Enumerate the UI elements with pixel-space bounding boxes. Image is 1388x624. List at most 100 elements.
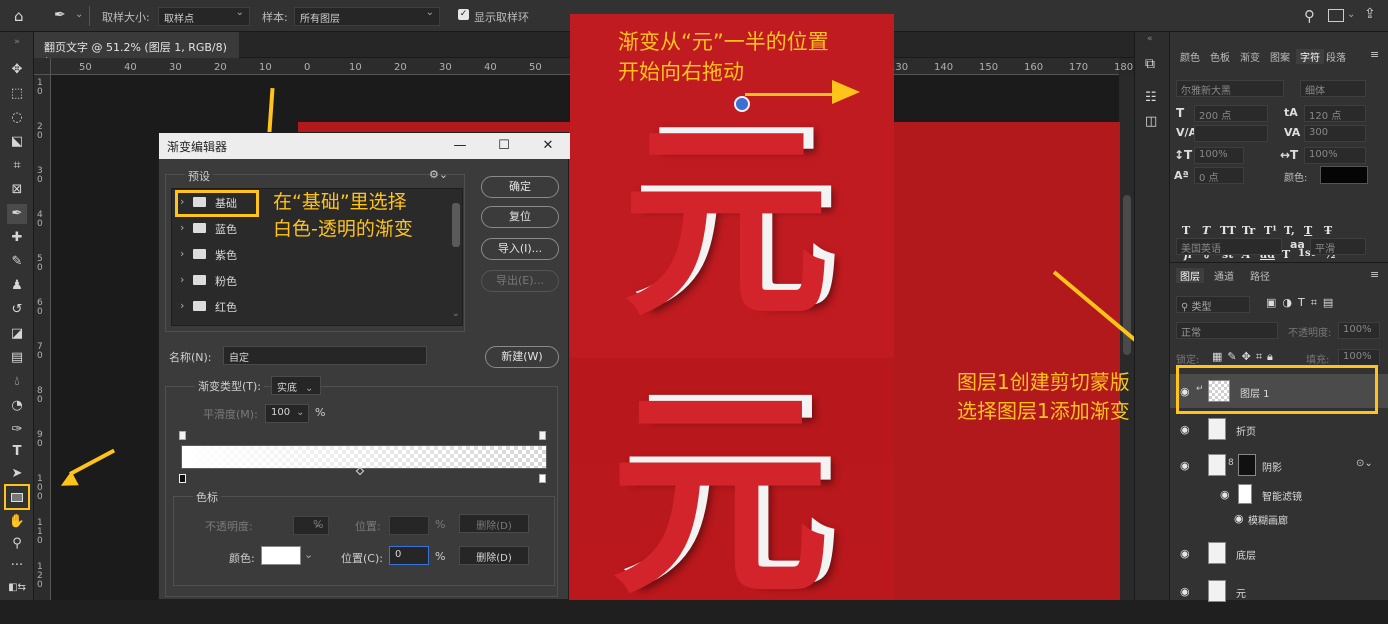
more-tools-icon[interactable]: ··· <box>7 556 27 576</box>
titling-alt-button[interactable]: T <box>1282 248 1290 261</box>
eye-icon[interactable]: ◉ <box>1180 423 1190 436</box>
history-brush-tool-icon[interactable]: ↺ <box>7 300 27 320</box>
import-button[interactable]: 导入(I)... <box>481 238 559 260</box>
dodge-tool-icon[interactable]: ◔ <box>7 396 27 416</box>
layer-opacity-input[interactable]: 100% <box>1338 322 1380 339</box>
home-icon[interactable]: ⌂ <box>14 7 24 25</box>
export-button[interactable]: 导出(E)... <box>481 270 559 292</box>
minimize-icon[interactable]: — <box>450 136 470 156</box>
gradient-bar[interactable] <box>181 445 547 469</box>
font-size-input[interactable]: 200 点 <box>1194 105 1268 122</box>
sample-select[interactable]: 所有图层 <box>294 7 440 26</box>
maximize-icon[interactable]: ☐ <box>494 136 514 156</box>
fill-input[interactable]: 100% <box>1338 349 1380 366</box>
delete-opacity-stop-button[interactable]: 删除(D) <box>459 514 529 533</box>
delete-color-stop-button[interactable]: 删除(D) <box>459 546 529 565</box>
eye-icon[interactable]: ◉ <box>1234 512 1244 525</box>
crop-tool-icon[interactable]: ⌗ <box>7 156 27 176</box>
panel-menu-icon[interactable]: ≡ <box>1370 48 1379 61</box>
layer-row-base[interactable]: ◉ 底层 <box>1170 536 1388 570</box>
scroll-down-icon[interactable]: ⌄ <box>452 309 460 319</box>
rectangle-tool-icon[interactable] <box>11 493 23 502</box>
type-tool-icon[interactable]: T <box>7 442 27 462</box>
font-style-select[interactable]: 细体 <box>1300 80 1366 97</box>
strikethrough-button[interactable]: T̶ <box>1324 224 1332 237</box>
leading-input[interactable]: 120 点 <box>1304 105 1366 122</box>
stamp-tool-icon[interactable]: ♟ <box>7 276 27 296</box>
tab-swatches[interactable]: 色板 <box>1210 49 1230 64</box>
color-swatch[interactable] <box>261 546 301 565</box>
document-tab[interactable]: 翻页文字 @ 51.2% (图层 1, RGB/8) * × <box>34 32 239 68</box>
eyedropper-tool-icon[interactable]: ✒ <box>7 204 27 224</box>
chevron-right-icon[interactable]: › <box>180 299 184 312</box>
presets-gear-icon[interactable]: ⚙⌄ <box>429 168 448 181</box>
chevron-right-icon[interactable]: › <box>180 221 184 234</box>
antialias-select[interactable]: 平滑 <box>1310 238 1366 255</box>
history-panel-icon[interactable]: ⧉ <box>1145 56 1155 72</box>
layer-filter-icons[interactable]: ▣◑T⌗▤ <box>1266 296 1339 310</box>
gradient-tool-icon[interactable]: ▤ <box>7 348 27 368</box>
tab-paths[interactable]: 路径 <box>1250 268 1270 283</box>
vertical-scale-input[interactable]: 100% <box>1194 147 1244 164</box>
tab-patterns[interactable]: 图案 <box>1270 49 1290 64</box>
properties-panel-icon[interactable]: ☷ <box>1145 90 1157 105</box>
smoothness-input[interactable]: 100 ⌄ <box>265 404 309 423</box>
faux-italic-button[interactable]: T <box>1202 224 1210 237</box>
lasso-tool-icon[interactable]: ◌ <box>7 108 27 128</box>
ok-button[interactable]: 确定 <box>481 176 559 198</box>
tab-gradients[interactable]: 渐变 <box>1240 49 1260 64</box>
collapse-icon[interactable]: « <box>1147 34 1153 44</box>
healing-brush-tool-icon[interactable]: ✚ <box>7 228 27 248</box>
opacity-stop-left[interactable] <box>179 431 186 440</box>
position-c-input[interactable]: 0 <box>389 546 429 565</box>
position-input[interactable] <box>389 516 429 535</box>
tab-layers[interactable]: 图层 <box>1176 268 1204 283</box>
layer-row-fold[interactable]: ◉ 折页 <box>1170 412 1388 446</box>
eye-icon[interactable]: ◉ <box>1180 585 1190 598</box>
frame-tool-icon[interactable]: ⊠ <box>7 180 27 200</box>
baseline-input[interactable]: 0 点 <box>1194 167 1244 184</box>
vertical-ruler[interactable]: 1 0 2 0 3 0 4 0 5 0 6 0 7 0 8 0 9 0 1 0 0 1 1 0 1 2… <box>34 75 51 600</box>
underline-button[interactable]: T <box>1304 224 1312 237</box>
lock-icons[interactable]: ▦✎✥⌗🔒︎ <box>1212 350 1278 364</box>
tab-character[interactable]: 字符 <box>1296 49 1324 64</box>
gradient-type-select[interactable]: 实底 ⌄ <box>271 376 321 395</box>
eye-icon[interactable]: ◉ <box>1180 459 1190 472</box>
move-tool-icon[interactable]: ✥ <box>7 60 27 80</box>
preset-folder-red[interactable]: › 红色 <box>178 296 448 318</box>
subscript-button[interactable]: T, <box>1284 224 1295 237</box>
pen-tool-icon[interactable]: ✑ <box>7 420 27 440</box>
preset-folder-purple[interactable]: › 紫色 <box>178 244 448 266</box>
color-stop-right[interactable] <box>539 474 546 483</box>
color-stop-left[interactable] <box>179 474 186 483</box>
font-family-select[interactable]: 尔雅新大黑 <box>1176 80 1284 97</box>
color-swatch-chevron-icon[interactable]: ⌄ <box>304 548 313 561</box>
tab-channels[interactable]: 通道 <box>1214 268 1234 283</box>
share-icon[interactable]: ⇪ <box>1364 6 1376 22</box>
chevron-right-icon[interactable]: › <box>180 273 184 286</box>
layer-row-yuan[interactable]: ◉ 元 <box>1170 574 1388 608</box>
path-select-tool-icon[interactable]: ➤ <box>7 464 27 484</box>
name-input[interactable]: 自定 <box>223 346 427 365</box>
eraser-tool-icon[interactable]: ◪ <box>7 324 27 344</box>
kerning-input[interactable] <box>1194 125 1268 142</box>
close-icon[interactable]: ✕ <box>538 136 558 156</box>
preset-folder-pink[interactable]: › 粉色 <box>178 270 448 292</box>
chevron-right-icon[interactable]: › <box>180 247 184 260</box>
new-button[interactable]: 新建(W) <box>485 346 559 368</box>
tab-color[interactable]: 颜色 <box>1180 49 1200 64</box>
presets-scrollbar[interactable] <box>452 203 460 247</box>
layers-menu-icon[interactable]: ≡ <box>1370 268 1379 281</box>
layer-row-smart-filters[interactable]: ◉ 智能滤镜 <box>1170 482 1388 508</box>
zoom-tool-icon[interactable]: ⚲ <box>7 534 27 554</box>
eye-icon[interactable]: ◉ <box>1180 547 1190 560</box>
reset-button[interactable]: 复位 <box>481 206 559 228</box>
layer-filter-select[interactable]: ⚲ 类型 <box>1176 296 1250 313</box>
workspace-icon[interactable] <box>1328 9 1344 22</box>
eyedropper-icon[interactable]: ✒ <box>54 7 66 23</box>
ruler-origin[interactable] <box>34 58 51 75</box>
eye-icon[interactable]: ◉ <box>1220 488 1230 501</box>
brush-tool-icon[interactable]: ✎ <box>7 252 27 272</box>
layer-row-shadow[interactable]: ◉ 8 阴影 ⊙⌄ <box>1170 448 1388 482</box>
text-color-swatch[interactable] <box>1320 166 1368 184</box>
